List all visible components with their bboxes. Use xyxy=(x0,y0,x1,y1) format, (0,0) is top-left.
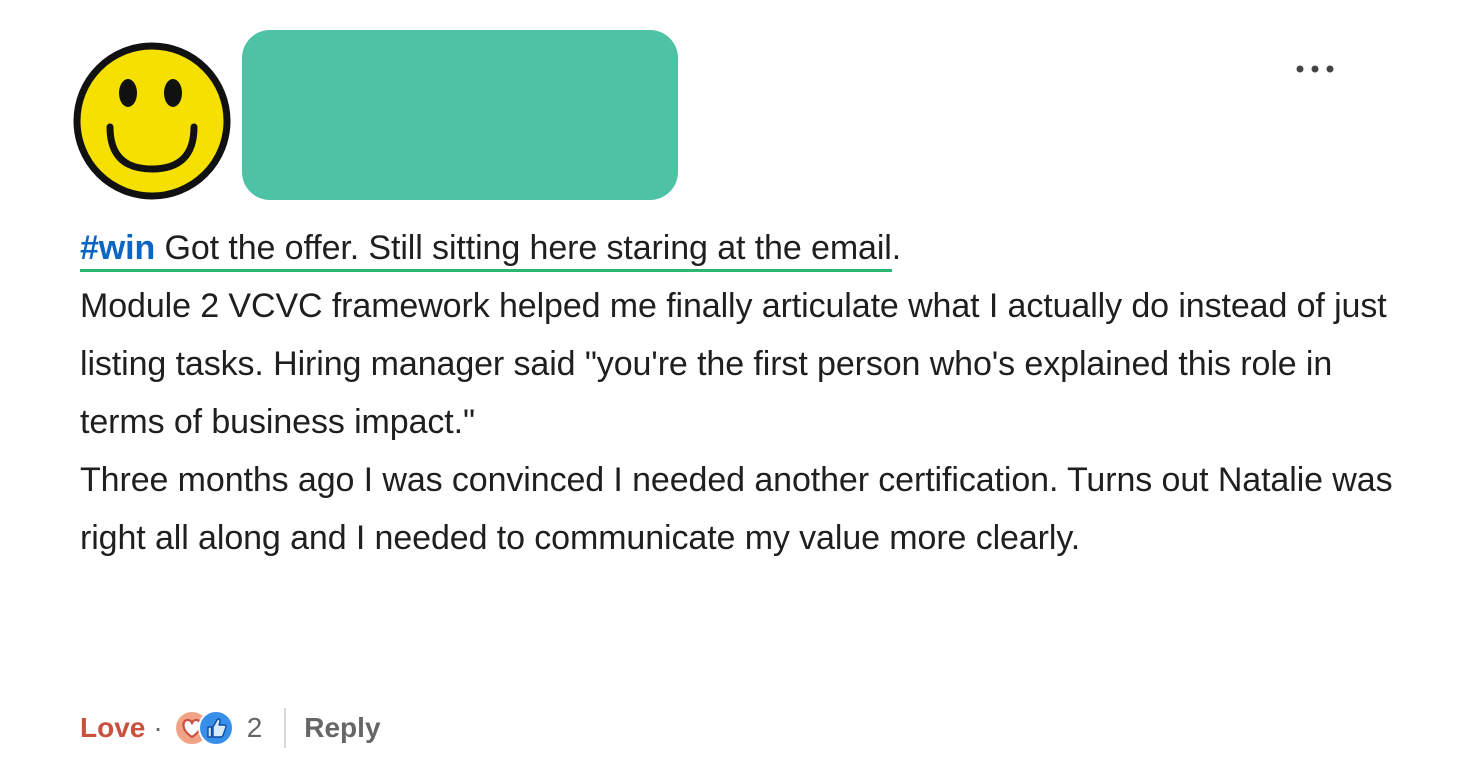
avatar[interactable] xyxy=(72,41,232,201)
first-line-text: Got the offer. Still sitting here starin… xyxy=(155,229,892,267)
reaction-icons-graphic xyxy=(173,710,234,746)
separator-dot: · xyxy=(153,712,163,743)
more-options-icon xyxy=(1296,65,1334,73)
smiley-face-icon xyxy=(73,42,231,200)
like-reaction-icon xyxy=(197,710,234,746)
post-paragraph: Module 2 VCVC framework helped me finall… xyxy=(80,287,1387,441)
first-line-period: . xyxy=(891,229,902,267)
post-paragraph: Three months ago I was convinced I neede… xyxy=(80,461,1393,557)
hashtag-link[interactable]: #win xyxy=(80,229,155,267)
reaction-count[interactable]: 2 xyxy=(247,712,263,744)
reaction-icons[interactable] xyxy=(173,708,237,748)
comment-actions: Love · 2 Reply xyxy=(80,705,381,751)
more-options-button[interactable] xyxy=(1290,52,1344,86)
reply-button[interactable]: Reply xyxy=(304,712,380,744)
action-divider xyxy=(284,708,287,748)
author-name-redacted xyxy=(242,30,678,200)
love-reaction-button[interactable]: Love xyxy=(80,712,145,744)
highlighted-text: #win Got the offer. Still sitting here s… xyxy=(80,229,892,272)
post-body: #win Got the offer. Still sitting here s… xyxy=(80,219,1400,567)
post-first-line: #win Got the offer. Still sitting here s… xyxy=(80,219,1400,277)
